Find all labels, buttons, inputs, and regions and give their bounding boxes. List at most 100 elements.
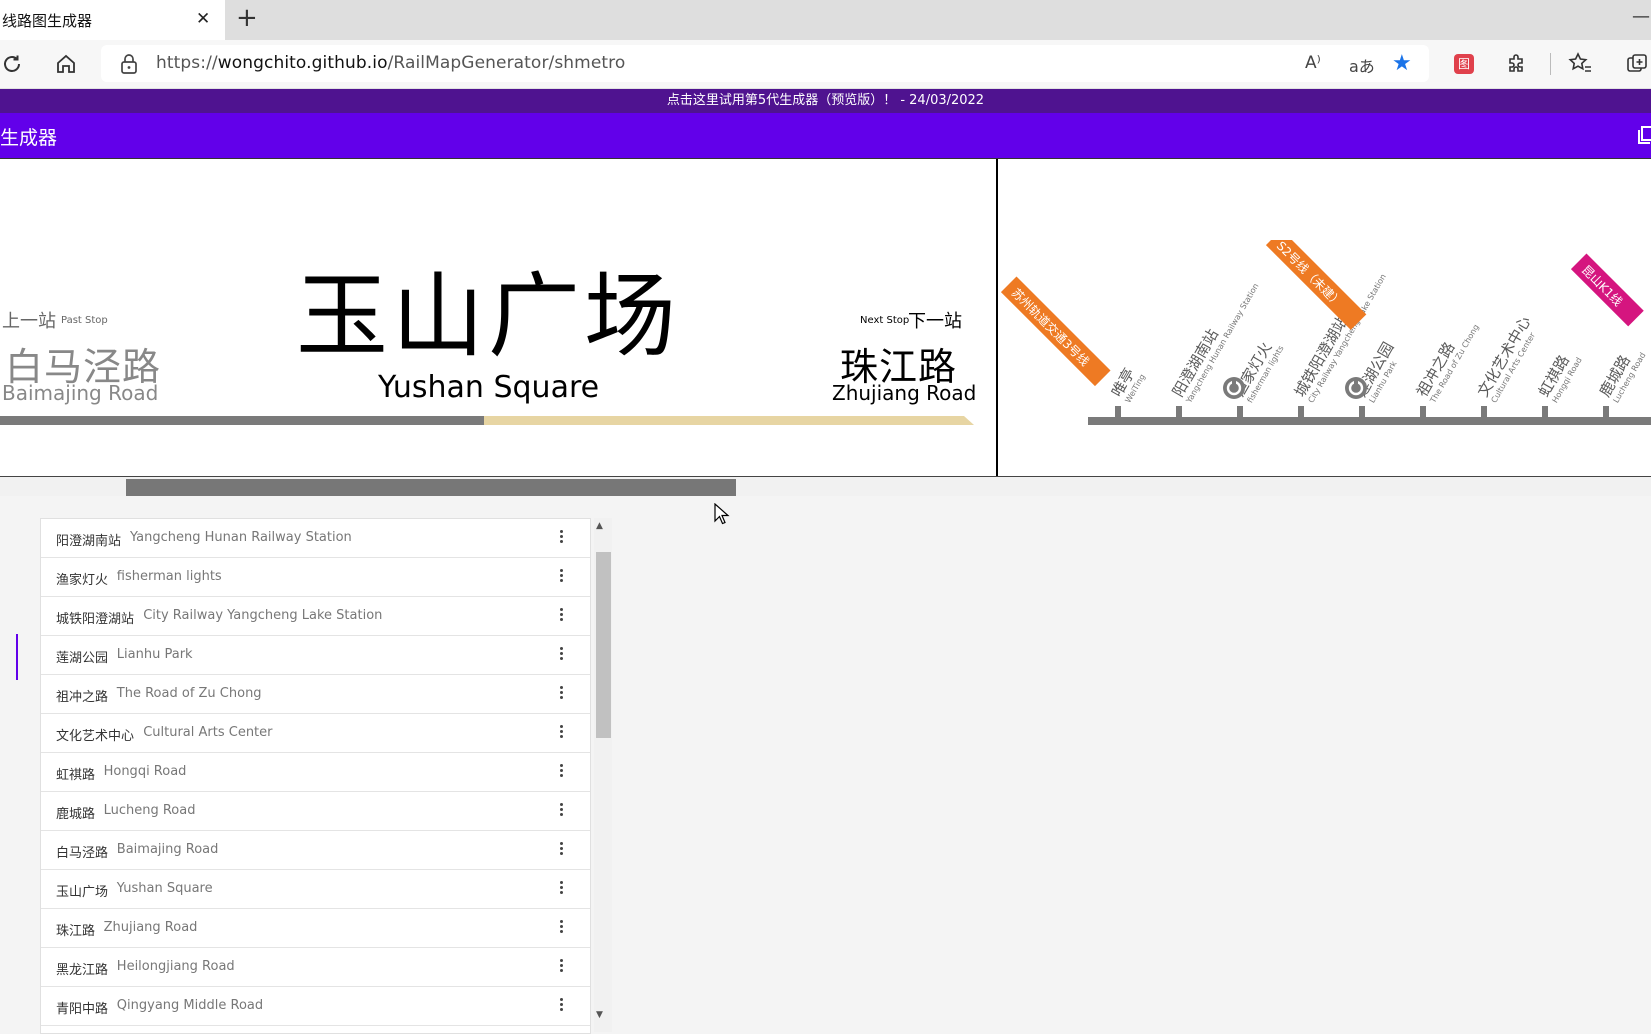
current-station-name-zh: 玉山广场	[296, 263, 681, 370]
more-options-icon[interactable]	[551, 918, 571, 938]
station-list-item[interactable]: 渔家灯火 fisherman lights	[41, 558, 590, 597]
station-list-item[interactable]: 祖冲之路 The Road of Zu Chong	[41, 675, 590, 714]
station-name-zh: 渔家灯火	[56, 573, 109, 588]
url-text[interactable]: https://wongchito.github.io/RailMapGener…	[156, 53, 625, 73]
more-options-icon[interactable]	[551, 801, 571, 821]
vertical-scrollbar-thumb[interactable]	[596, 552, 611, 738]
more-options-icon[interactable]	[551, 840, 571, 860]
interchange-badge: S2号线（未建）	[1265, 240, 1367, 330]
station-list-item[interactable]: 鹿城路 Lucheng Road	[41, 792, 590, 831]
next-stop-name-en: Zhujiang Road	[832, 381, 977, 405]
collections-icon[interactable]	[1625, 52, 1649, 80]
station-name-en: The Road of Zu Chong	[116, 686, 262, 701]
station-list-item[interactable]: 玉山广场 Yushan Square	[41, 870, 590, 909]
prev-stop-label-en: Past Stop	[61, 315, 108, 326]
extensions-puzzle-icon[interactable]	[1506, 52, 1528, 78]
prev-stop-name-en: Baimajing Road	[2, 381, 159, 405]
more-options-icon[interactable]	[551, 762, 571, 782]
station-name-zh: 玉山广场	[56, 885, 109, 900]
active-indicator	[16, 634, 18, 680]
read-aloud-icon[interactable]: A⁾	[1305, 53, 1321, 73]
station-name-en: Heilongjiang Road	[116, 959, 235, 974]
app-bar	[0, 113, 1651, 158]
more-options-icon[interactable]	[551, 723, 571, 743]
station-name-en: Yangcheng Hunan Railway Station	[130, 530, 352, 545]
scroll-up-icon[interactable]: ▲	[596, 521, 603, 531]
strip-station-tick	[1420, 406, 1426, 418]
more-options-icon[interactable]	[551, 567, 571, 587]
strip-station-tick	[1115, 406, 1121, 418]
lock-icon[interactable]	[120, 53, 138, 79]
station-name-en: Cultural Arts Center	[143, 725, 273, 740]
station-list-item[interactable]: 城铁阳澄湖站 City Railway Yangcheng Lake Statio…	[41, 597, 590, 636]
strip-station-tick	[1542, 406, 1548, 418]
station-list-item[interactable]: 莲湖公园 Lianhu Park	[41, 636, 590, 675]
close-icon[interactable]: ✕	[196, 9, 210, 29]
next-stop-label-en: Next Stop	[860, 315, 910, 326]
station-name-zh: 鹿城路	[56, 807, 96, 822]
reload-icon[interactable]	[0, 52, 24, 80]
station-list-item[interactable]: 珠江路 Zhujiang Road	[41, 909, 590, 948]
horizontal-scrollbar-thumb[interactable]	[126, 479, 736, 496]
active-tab[interactable]: 线路图生成器 ✕	[0, 0, 225, 40]
tab-title: 线路图生成器	[2, 12, 93, 30]
scroll-down-icon[interactable]: ▼	[596, 1010, 603, 1020]
station-name-zh: 珠江路	[56, 924, 96, 939]
more-options-icon[interactable]	[551, 957, 571, 977]
station-list-item[interactable]: 黑龙江路 Heilongjiang Road	[41, 948, 590, 987]
toolbar-separator	[1550, 53, 1551, 75]
extension-icon[interactable]: 图	[1454, 54, 1474, 74]
station-name-en: Yushan Square	[116, 881, 213, 896]
station-name-zh: 文化艺术中心	[56, 729, 135, 744]
url-host: wongchito.github.io	[217, 53, 388, 73]
prev-stop-label-zh: 上一站	[2, 311, 56, 332]
route-line-upcoming	[484, 416, 974, 425]
interchange-badge: 昆山K1线	[1570, 253, 1644, 327]
favorite-star-icon[interactable]: ★	[1392, 51, 1412, 76]
app-menu-icon[interactable]	[1638, 126, 1651, 148]
strip-station-tick	[1603, 406, 1609, 418]
more-options-icon[interactable]	[551, 645, 571, 665]
minimize-icon[interactable]: —	[1632, 6, 1650, 27]
station-list-item[interactable]: 阳澄湖南站 Yangcheng Hunan Railway Station	[41, 519, 590, 558]
strip-station-label: 鹿城路Lucheng Road	[1596, 351, 1648, 404]
station-name-zh: 城铁阳澄湖站	[56, 612, 135, 627]
home-icon[interactable]	[54, 52, 78, 80]
station-name-zh: 莲湖公园	[56, 651, 109, 666]
station-list-item[interactable]: 白马泾路 Baimajing Road	[41, 831, 590, 870]
route-line-passed	[0, 416, 484, 425]
strip-station-label: 文化艺术中心Cultural Arts Center	[1474, 313, 1538, 404]
station-list: 阳澄湖南站 Yangcheng Hunan Railway Station 渔家灯火…	[40, 518, 591, 1034]
station-name-en: City Railway Yangcheng Lake Station	[143, 608, 383, 623]
station-name-zh: 白马泾路	[56, 846, 109, 861]
more-options-icon[interactable]	[551, 684, 571, 704]
interchange-badge-label: 苏州轨道交通3号线	[1009, 285, 1093, 369]
strip-line	[1088, 417, 1651, 425]
railway-station-icon	[1345, 377, 1367, 399]
station-name-zh: 黑龙江路	[56, 963, 109, 978]
station-list-item[interactable]: 文化艺术中心 Cultural Arts Center	[41, 714, 590, 753]
more-options-icon[interactable]	[551, 606, 571, 626]
station-name-en: Hongqi Road	[103, 764, 187, 779]
more-options-icon[interactable]	[551, 996, 571, 1016]
favorites-icon[interactable]	[1568, 52, 1592, 78]
interchange-badge: 苏州轨道交通3号线	[1000, 276, 1111, 387]
strip-station-label: 唯亭WeiTing	[1108, 365, 1147, 404]
strip-station-tick	[1237, 406, 1243, 418]
translate-icon[interactable]: aあ	[1349, 53, 1375, 77]
station-name-zh: 虹祺路	[56, 768, 96, 783]
app-title: 生成器	[0, 127, 58, 149]
announcement-banner[interactable]: 点击这里试用第5代生成器（预览版）！ - 24/03/2022	[0, 89, 1651, 113]
station-name-en: Qingyang Middle Road	[116, 998, 264, 1013]
strip-station-tick	[1176, 406, 1182, 418]
station-list-item[interactable]: 青阳中路 Qingyang Middle Road	[41, 987, 590, 1026]
strip-station-label: 祖冲之路The Road of Zu Chong	[1413, 323, 1481, 406]
strip-station-tick	[1298, 406, 1304, 418]
new-tab-icon[interactable]: +	[236, 4, 258, 32]
more-options-icon[interactable]	[551, 528, 571, 548]
current-station-name-en: Yushan Square	[378, 370, 600, 405]
next-stop-label-zh: 下一站	[908, 311, 962, 332]
more-options-icon[interactable]	[551, 879, 571, 899]
url-path: /RailMapGenerator/shmetro	[387, 53, 626, 73]
station-list-item[interactable]: 虹祺路 Hongqi Road	[41, 753, 590, 792]
